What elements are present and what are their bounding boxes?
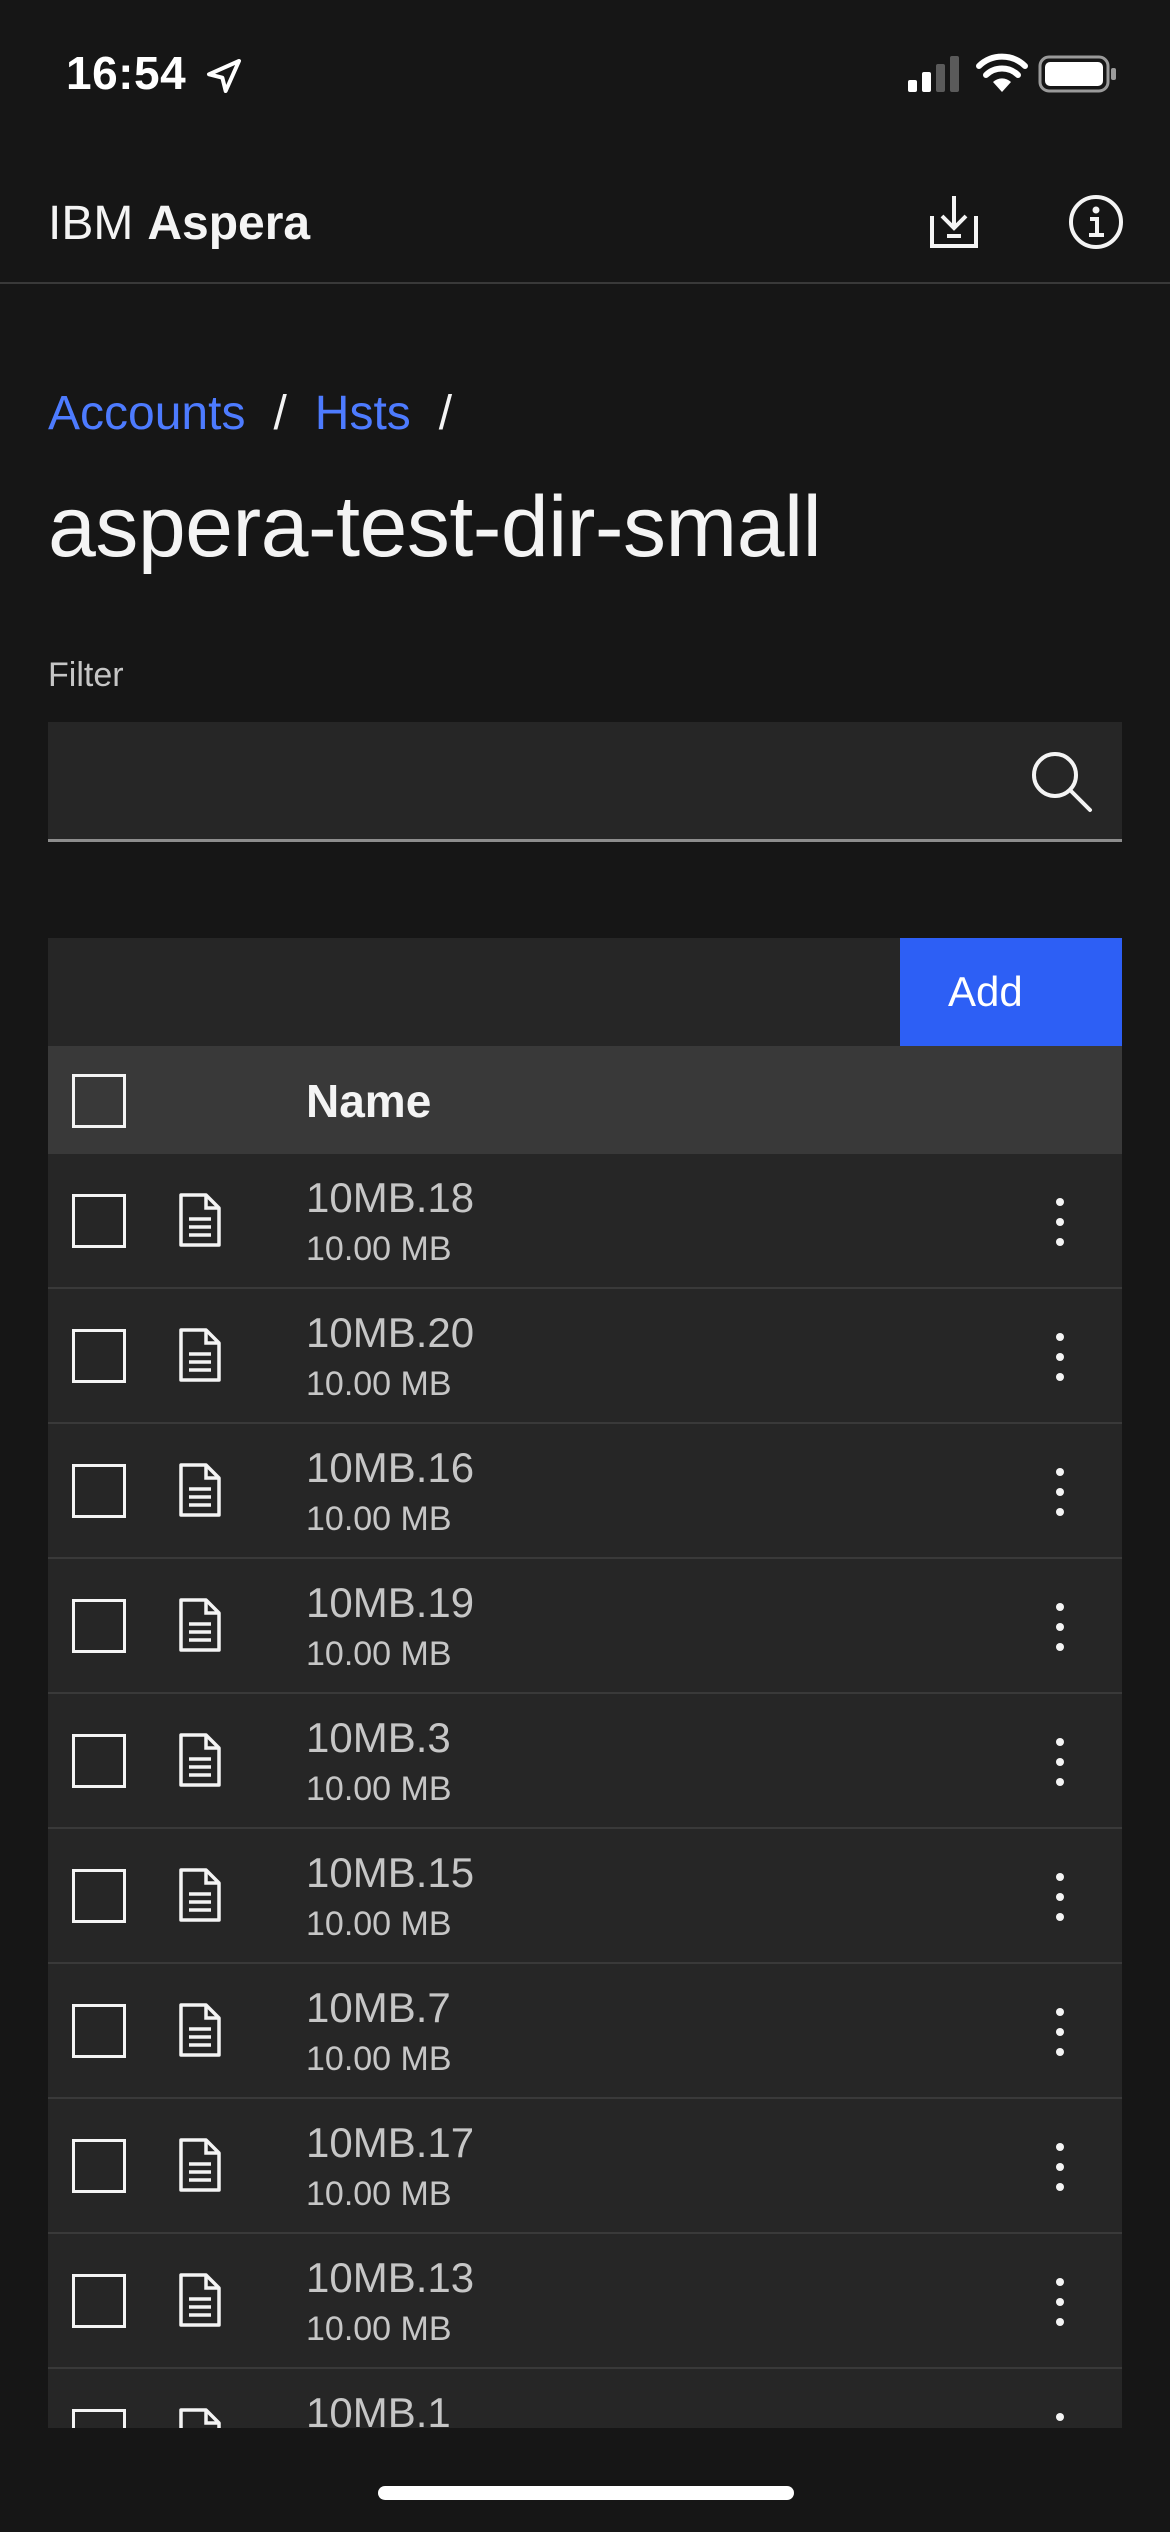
filter-field — [48, 722, 1122, 842]
overflow-menu-icon[interactable] — [1040, 1734, 1080, 1790]
brand-company: IBM — [48, 197, 134, 250]
breadcrumb-accounts-link[interactable]: Accounts — [48, 386, 245, 441]
file-name: 10MB.3 — [306, 1714, 451, 1761]
download-icon — [930, 196, 978, 248]
breadcrumb-separator: / — [438, 387, 453, 440]
file-size: 10.00 MB — [306, 2040, 452, 2078]
wifi-icon — [976, 53, 1028, 92]
file-size: 10.00 MB — [306, 1365, 452, 1403]
info-icon — [1069, 195, 1123, 249]
download-button[interactable] — [914, 182, 994, 262]
file-name: 10MB.18 — [306, 1174, 475, 1221]
file-icon — [179, 1868, 221, 1922]
table-row[interactable]: 10MB.110.00 MB — [48, 2369, 1122, 2428]
file-name: 10MB.15 — [306, 1849, 475, 1896]
file-name: 10MB.1 — [306, 2389, 451, 2428]
status-time: 16:54 — [66, 47, 187, 99]
page-title: aspera-test-dir-small — [48, 479, 822, 575]
row-checkbox[interactable] — [72, 1194, 126, 1248]
file-size: 10.00 MB — [306, 2310, 452, 2348]
file-icon — [179, 1193, 221, 1247]
overflow-menu-icon[interactable] — [1040, 1869, 1080, 1925]
app-header: IBM Aspera — [0, 160, 1170, 284]
overflow-menu-icon[interactable] — [1040, 2139, 1080, 2195]
breadcrumb-separator: / — [273, 387, 287, 440]
row-checkbox[interactable] — [72, 1869, 126, 1923]
file-icon — [179, 1733, 221, 1787]
breadcrumb-hsts-link[interactable]: Hsts — [315, 386, 411, 441]
overflow-menu-icon[interactable] — [1040, 2004, 1080, 2060]
overflow-menu-icon[interactable] — [1040, 1599, 1080, 1655]
row-checkbox[interactable] — [72, 2274, 126, 2328]
status-bar: 16:54 — [0, 0, 1170, 140]
table-row[interactable]: 10MB.17 10.00 MB — [48, 2099, 1122, 2234]
file-name: 10MB.13 — [306, 2254, 475, 2301]
file-name: 10MB.17 — [306, 2119, 475, 2166]
file-icon — [179, 2273, 221, 2327]
file-icon — [179, 2138, 221, 2192]
table-row[interactable]: 10MB.15 10.00 MB — [48, 1829, 1122, 1964]
table-row[interactable]: 10MB.19 10.00 MB — [48, 1559, 1122, 1694]
file-size: 10.00 MB — [306, 1230, 452, 1268]
signal-icon — [908, 56, 959, 92]
filter-label: Filter — [48, 656, 124, 694]
file-icon — [179, 2408, 221, 2428]
row-checkbox[interactable] — [72, 1464, 126, 1518]
brand-logo: IBM Aspera — [48, 196, 310, 251]
search-icon[interactable] — [1028, 748, 1094, 814]
home-indicator — [378, 2486, 794, 2500]
overflow-menu-icon[interactable] — [1040, 1329, 1080, 1385]
overflow-menu-icon[interactable] — [1040, 2274, 1080, 2330]
table-row[interactable]: 10MB.18 10.00 MB — [48, 1154, 1122, 1289]
table-toolbar: Add — [48, 938, 1122, 1046]
table-row[interactable]: 10MB.16 10.00 MB — [48, 1424, 1122, 1559]
file-size: 10.00 MB — [306, 1635, 452, 1673]
add-button[interactable]: Add — [900, 938, 1122, 1046]
row-checkbox[interactable] — [72, 1599, 126, 1653]
file-size: 10.00 MB — [306, 1770, 452, 1808]
file-name: 10MB.19 — [306, 1579, 475, 1626]
file-size: 10.00 MB — [306, 1905, 452, 1943]
battery-icon — [1038, 55, 1116, 93]
file-size: 10.00 MB — [306, 2175, 452, 2213]
table-header: Name — [48, 1046, 1122, 1154]
file-table: Add Name 10MB.18 10.00 MB 10MB.20 10.00 MB 1… — [48, 938, 1122, 2428]
row-checkbox[interactable] — [72, 1329, 126, 1383]
filter-input[interactable] — [48, 722, 1008, 839]
file-icon — [179, 1598, 221, 1652]
location-arrow-icon — [207, 59, 241, 93]
file-name: 10MB.20 — [306, 1309, 475, 1356]
file-name: 10MB.16 — [306, 1444, 475, 1491]
file-icon — [179, 1328, 221, 1382]
file-icon — [179, 1463, 221, 1517]
row-checkbox[interactable] — [72, 2409, 126, 2428]
file-size: 10.00 MB — [306, 1500, 452, 1538]
column-header-name[interactable]: Name — [306, 1074, 431, 1128]
table-row[interactable]: 10MB.7 10.00 MB — [48, 1964, 1122, 2099]
brand-product: Aspera — [147, 197, 311, 250]
overflow-menu-icon[interactable] — [1040, 2409, 1080, 2428]
table-row[interactable]: 10MB.20 10.00 MB — [48, 1289, 1122, 1424]
overflow-menu-icon[interactable] — [1040, 1464, 1080, 1520]
select-all-checkbox[interactable] — [72, 1074, 126, 1128]
row-checkbox[interactable] — [72, 1734, 126, 1788]
overflow-menu-icon[interactable] — [1040, 1194, 1080, 1250]
file-name: 10MB.7 — [306, 1984, 451, 2031]
table-row[interactable]: 10MB.13 10.00 MB — [48, 2234, 1122, 2369]
info-button[interactable] — [1056, 182, 1136, 262]
row-checkbox[interactable] — [72, 2139, 126, 2193]
file-icon — [179, 2003, 221, 2057]
row-checkbox[interactable] — [72, 2004, 126, 2058]
table-row[interactable]: 10MB.3 10.00 MB — [48, 1694, 1122, 1829]
breadcrumb: Accounts / Hsts / — [48, 386, 480, 441]
